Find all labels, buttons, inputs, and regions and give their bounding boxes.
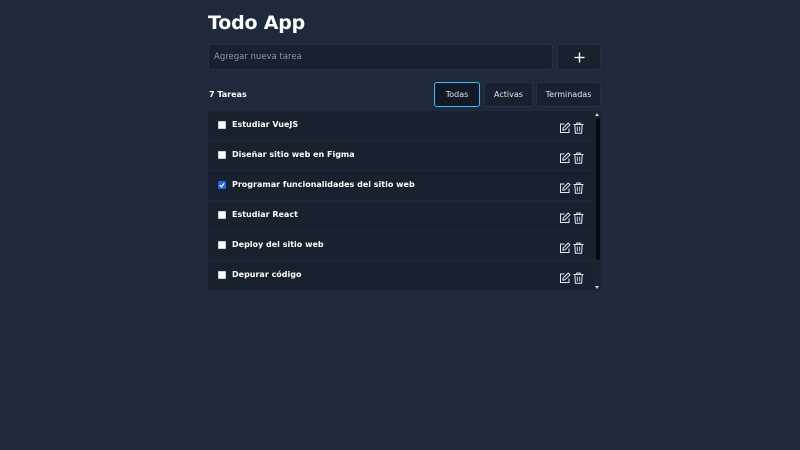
edit-task-button[interactable]	[559, 239, 571, 253]
task-checkbox[interactable]	[218, 121, 226, 129]
new-task-input[interactable]	[208, 44, 553, 70]
task-text: Diseñar sitio web en Figma	[232, 150, 355, 159]
edit-task-button[interactable]	[559, 209, 571, 223]
trash-icon	[573, 212, 584, 224]
new-task-row	[208, 44, 601, 70]
task-checkbox[interactable]	[218, 181, 226, 189]
task-checkbox[interactable]	[218, 241, 226, 249]
filter-all[interactable]: Todas	[434, 82, 480, 107]
edit-task-button[interactable]	[559, 149, 571, 163]
task-list: Depurar código Deploy del sitio web Estudi…	[208, 111, 601, 291]
filter-active-label: Activas	[494, 90, 523, 99]
task-row: Programar funcionalidades del sitio web	[208, 171, 594, 201]
edit-icon	[560, 122, 571, 133]
filter-completed[interactable]: Terminadas	[536, 82, 601, 107]
task-checkbox[interactable]	[218, 211, 226, 219]
trash-icon	[573, 122, 584, 134]
scroll-thumb[interactable]	[596, 118, 600, 260]
edit-task-button[interactable]	[559, 179, 571, 193]
task-row: Depurar código	[208, 261, 594, 291]
app-title: Todo App	[208, 12, 306, 34]
filter-active[interactable]: Activas	[484, 82, 533, 107]
trash-icon	[573, 272, 584, 284]
edit-icon	[560, 152, 571, 163]
trash-icon	[573, 152, 584, 164]
filter-all-label: Todas	[445, 90, 469, 99]
task-checkbox[interactable]	[218, 151, 226, 159]
delete-task-button[interactable]	[573, 119, 585, 134]
edit-icon	[560, 212, 571, 223]
task-text: Deploy del sitio web	[232, 240, 324, 249]
check-icon	[219, 182, 225, 188]
trash-icon	[573, 182, 584, 194]
edit-icon	[560, 182, 571, 193]
task-list-scrollbar[interactable]	[594, 111, 601, 291]
scroll-up-arrow[interactable]	[595, 113, 599, 116]
task-row: Diseñar sitio web en Figma	[208, 141, 594, 171]
edit-task-button[interactable]	[559, 119, 571, 133]
filter-completed-label: Terminadas	[545, 90, 592, 99]
add-task-button[interactable]	[557, 44, 601, 70]
task-row: Estudiar React	[208, 201, 594, 231]
task-row: Deploy del sitio web	[208, 231, 594, 261]
delete-task-button[interactable]	[573, 209, 585, 224]
trash-icon	[573, 242, 584, 254]
edit-icon	[560, 272, 571, 283]
task-row: Estudiar VueJS	[208, 111, 594, 141]
delete-task-button[interactable]	[573, 179, 585, 194]
task-text: Estudiar VueJS	[232, 120, 299, 129]
edit-task-button[interactable]	[559, 269, 571, 283]
scroll-down-arrow[interactable]	[595, 286, 599, 289]
task-checkbox[interactable]	[218, 271, 226, 279]
task-text: Programar funcionalidades del sitio web	[232, 180, 415, 189]
task-text: Depurar código	[232, 270, 302, 279]
delete-task-button[interactable]	[573, 269, 585, 284]
filter-group: Todas Activas Terminadas	[208, 82, 601, 107]
delete-task-button[interactable]	[573, 149, 585, 164]
plus-icon	[574, 52, 584, 62]
edit-icon	[560, 242, 571, 253]
delete-task-button[interactable]	[573, 239, 585, 254]
task-text: Estudiar React	[232, 210, 298, 219]
